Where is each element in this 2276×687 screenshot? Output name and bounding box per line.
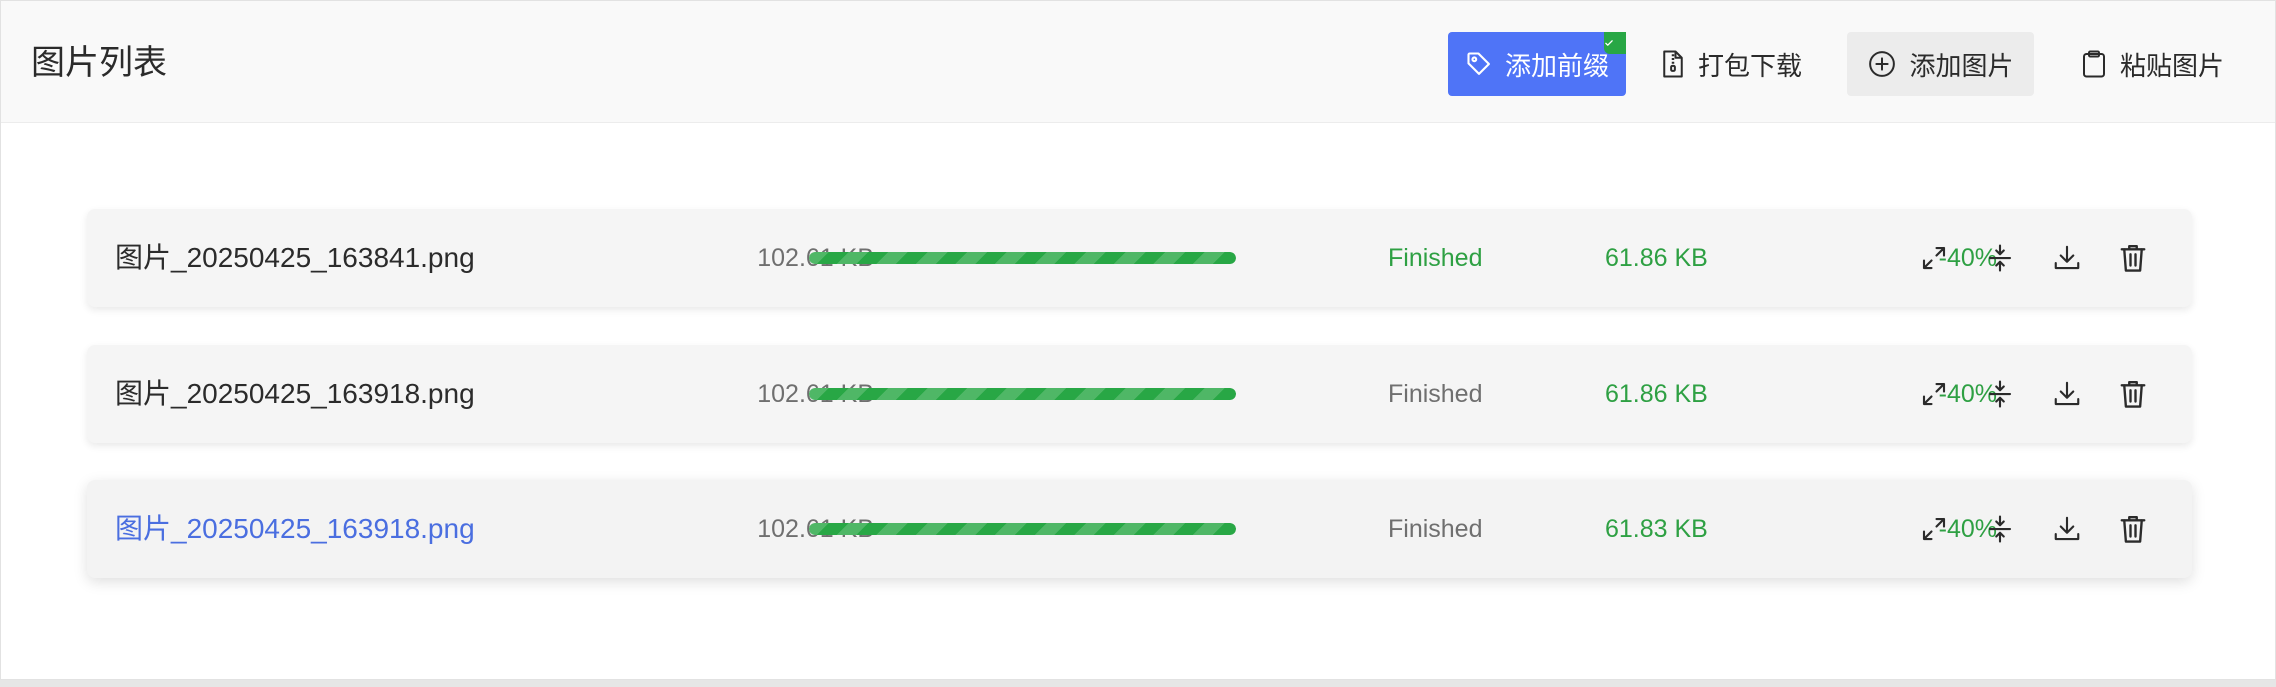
- download-icon[interactable]: [2048, 510, 2086, 548]
- progress-bar: [809, 388, 1236, 400]
- add-prefix-label: 添加前缀: [1504, 50, 1609, 81]
- paste-image-label: 粘贴图片: [2119, 50, 2224, 81]
- status-text: Finished: [1388, 380, 1483, 408]
- plus-circle-icon: [1869, 51, 1896, 77]
- progress-bar: [809, 523, 1236, 535]
- header-bar: 图片列表 添加前缀 打包下载 添加图片 粘贴图片: [1, 1, 2275, 123]
- add-image-label: 添加图片: [1909, 50, 2014, 81]
- file-row: 图片_20250425_163918.png 102.61 KB Finishe…: [87, 480, 2192, 578]
- tag-icon: [1467, 52, 1490, 75]
- compress-icon[interactable]: [1981, 510, 2019, 548]
- compressed-size: 61.83 KB: [1605, 515, 1708, 543]
- download-icon[interactable]: [2048, 239, 2086, 277]
- check-icon: [1604, 32, 1626, 54]
- page-title: 图片列表: [31, 44, 167, 82]
- file-row: 图片_20250425_163841.png 102.61 KB Finishe…: [87, 209, 2192, 307]
- progress-bar: [809, 252, 1236, 264]
- compress-icon[interactable]: [1981, 239, 2019, 277]
- image-list-panel: 图片列表 添加前缀 打包下载 添加图片 粘贴图片 图片_20250425_163…: [0, 0, 2276, 680]
- file-name[interactable]: 图片_20250425_163918.png: [115, 345, 475, 443]
- add-prefix-button[interactable]: 添加前缀: [1448, 32, 1626, 96]
- zip-file-icon: [1663, 50, 1683, 78]
- add-image-button[interactable]: 添加图片: [1847, 32, 2034, 96]
- file-name[interactable]: 图片_20250425_163841.png: [115, 209, 475, 307]
- progress-fill: [809, 252, 1236, 264]
- progress-fill: [809, 523, 1236, 535]
- pack-download-label: 打包下载: [1697, 50, 1802, 81]
- download-icon[interactable]: [2048, 375, 2086, 413]
- compress-icon[interactable]: [1981, 375, 2019, 413]
- file-name[interactable]: 图片_20250425_163918.png: [115, 480, 475, 578]
- expand-icon[interactable]: [1915, 239, 1953, 277]
- expand-icon[interactable]: [1915, 375, 1953, 413]
- trash-icon[interactable]: [2114, 239, 2152, 277]
- clipboard-icon: [2082, 50, 2105, 78]
- trash-icon[interactable]: [2114, 510, 2152, 548]
- progress-fill: [809, 388, 1236, 400]
- status-text: Finished: [1388, 515, 1483, 543]
- trash-icon[interactable]: [2114, 375, 2152, 413]
- compressed-size: 61.86 KB: [1605, 244, 1708, 272]
- status-text: Finished: [1388, 244, 1483, 272]
- file-row: 图片_20250425_163918.png 102.61 KB Finishe…: [87, 345, 2192, 443]
- compressed-size: 61.86 KB: [1605, 380, 1708, 408]
- pack-download-button[interactable]: 打包下载: [1641, 32, 1821, 96]
- expand-icon[interactable]: [1915, 510, 1953, 548]
- paste-image-button[interactable]: 粘贴图片: [2059, 32, 2245, 96]
